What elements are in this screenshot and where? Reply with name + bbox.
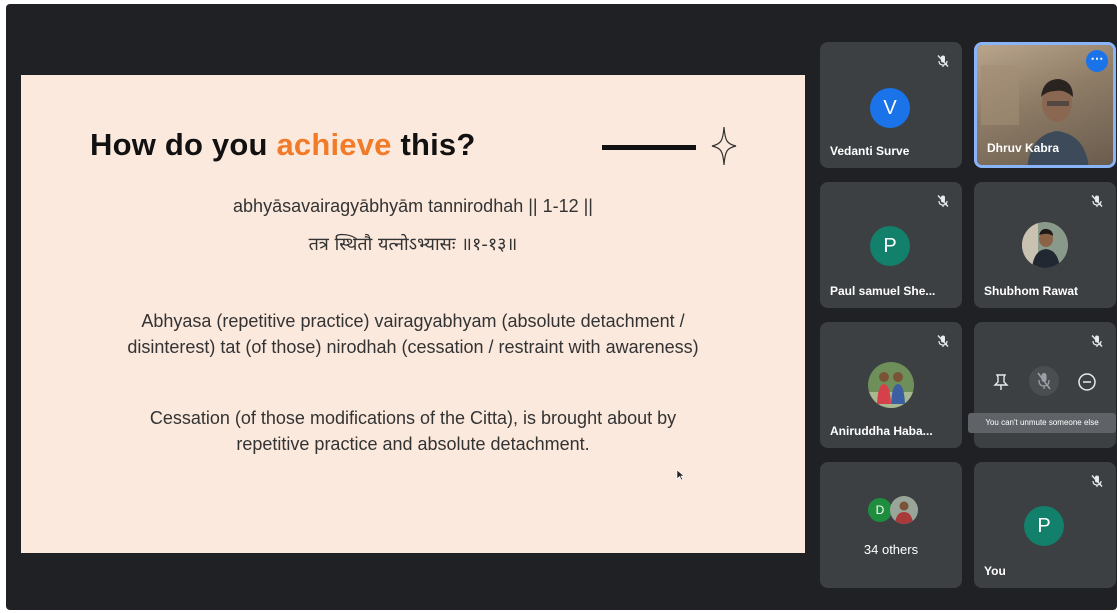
translation-paragraph: Abhyasa (repetitive practice) vairagyabh… xyxy=(21,308,805,360)
participant-tile-vedanti[interactable]: V Vedanti Surve xyxy=(820,42,962,168)
participant-tile-others[interactable]: D 34 others xyxy=(820,462,962,588)
more-options-button[interactable]: ⋯ xyxy=(1086,50,1108,72)
participant-name: Aniruddha Haba... xyxy=(830,424,933,438)
participant-tile-paul[interactable]: P Paul samuel She... xyxy=(820,182,962,308)
participant-tile-you[interactable]: P You xyxy=(974,462,1116,588)
sparkle-icon xyxy=(711,126,737,166)
avatar-photo xyxy=(1022,222,1068,268)
mic-off-icon xyxy=(1091,335,1103,347)
mic-off-icon xyxy=(937,335,949,347)
mic-off-icon xyxy=(937,195,949,207)
participant-name: Dhruv Kabra xyxy=(987,141,1060,155)
participant-tile-dhruv[interactable]: ⋯ Dhruv Kabra xyxy=(974,42,1116,168)
explanation-line-2: repetitive practice and absolute detachm… xyxy=(236,434,590,454)
others-count: 34 others xyxy=(863,542,919,557)
participant-name: Shubhom Rawat xyxy=(984,284,1079,298)
participant-tile-aniruddha[interactable]: Aniruddha Haba... xyxy=(820,322,962,448)
mic-off-icon xyxy=(1091,195,1103,207)
participant-tile-shubhom[interactable]: Shubhom Rawat xyxy=(974,182,1116,308)
explanation-line-1: Cessation (of those modifications of the… xyxy=(149,408,677,428)
avatar-photo xyxy=(890,496,918,524)
sutra-line: abhyāsavairagyābhyām tannirodhah || 1-12… xyxy=(233,196,593,216)
title-prefix: How do you xyxy=(90,127,277,162)
translation-line-1: Abhyasa (repetitive practice) vairagyabh… xyxy=(141,311,685,331)
avatar-photo xyxy=(868,362,914,408)
title-accent: achieve xyxy=(276,127,392,162)
mute-participant-button[interactable] xyxy=(1029,366,1059,396)
title-suffix: this? xyxy=(391,127,476,162)
mic-off-icon xyxy=(937,55,949,67)
pin-icon[interactable] xyxy=(986,367,1016,397)
avatar-you: P xyxy=(1024,506,1064,546)
participant-actions xyxy=(974,366,1116,403)
translation-line-2: disinterest) tat (of those) nirodhah (ce… xyxy=(127,337,699,357)
remove-icon[interactable] xyxy=(1072,367,1102,397)
explanation-paragraph: Cessation (of those modifications of the… xyxy=(21,405,805,457)
participant-name: Vedanti Surve xyxy=(830,144,910,158)
mic-off-icon xyxy=(1091,475,1103,487)
title-rule xyxy=(602,145,696,150)
avatar-paul: P xyxy=(870,226,910,266)
sanskrit-line: तत्र स्थितौ यत्नोऽभ्यासः ॥१-१३॥ xyxy=(308,234,518,255)
avatar-others: D xyxy=(868,498,892,522)
tooltip: You can't unmute someone else xyxy=(968,413,1116,433)
participant-name: You xyxy=(984,564,1006,578)
avatar-vedanti: V xyxy=(870,88,910,128)
mouse-cursor-icon xyxy=(676,469,685,481)
slide-title: How do you achieve this? xyxy=(90,127,476,163)
presentation-slide: How do you achieve this? abhyāsavairagyā… xyxy=(21,75,805,553)
participant-name: Paul samuel She... xyxy=(830,284,936,298)
